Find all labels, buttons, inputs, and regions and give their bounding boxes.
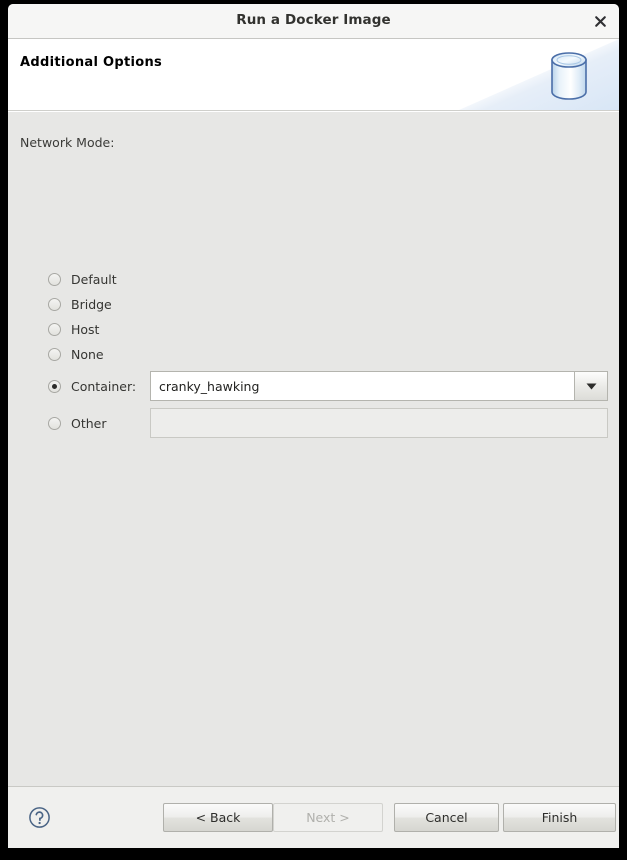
radio-label-host: Host	[71, 321, 100, 337]
radio-label-none: None	[71, 346, 104, 362]
dialog-button-bar: < Back Next > Cancel Finish	[8, 786, 619, 848]
container-combobox-value[interactable]: cranky_hawking	[150, 371, 574, 401]
radio-label-other: Other	[71, 415, 107, 431]
back-button[interactable]: < Back	[163, 803, 273, 832]
radio-option-none[interactable]: None	[48, 343, 104, 365]
radio-option-host[interactable]: Host	[48, 318, 99, 340]
radio-host[interactable]	[48, 322, 61, 336]
radio-default[interactable]	[48, 272, 61, 286]
cancel-button[interactable]: Cancel	[394, 803, 499, 832]
help-question-icon[interactable]	[28, 806, 51, 829]
radio-label-bridge: Bridge	[71, 296, 112, 312]
close-icon[interactable]	[589, 10, 611, 32]
next-button: Next >	[273, 803, 383, 832]
radio-option-other[interactable]: Other	[48, 412, 107, 434]
radio-option-bridge[interactable]: Bridge	[48, 293, 112, 315]
radio-label-default: Default	[71, 271, 117, 287]
wizard-banner: Additional Options	[8, 39, 619, 111]
window-title: Run a Docker Image	[236, 12, 391, 28]
network-mode-group-label: Network Mode:	[20, 135, 115, 150]
radio-container[interactable]	[48, 379, 61, 393]
other-network-input[interactable]	[150, 408, 608, 438]
title-bar: Run a Docker Image	[8, 4, 619, 39]
dialog-content: Network Mode: Default Bridge Host None C…	[8, 111, 619, 786]
dialog-window: Run a Docker Image Additional Options Ne…	[8, 4, 619, 848]
radio-option-container[interactable]: Container:	[48, 375, 136, 397]
radio-label-container: Container:	[71, 378, 137, 394]
radio-option-default[interactable]: Default	[48, 268, 117, 290]
radio-none[interactable]	[48, 347, 61, 361]
radio-other[interactable]	[48, 416, 61, 430]
database-cylinder-icon	[541, 47, 597, 105]
chevron-down-icon[interactable]	[574, 371, 608, 401]
container-combobox[interactable]: cranky_hawking	[150, 371, 608, 401]
page-title: Additional Options	[20, 55, 163, 70]
radio-bridge[interactable]	[48, 297, 61, 311]
finish-button[interactable]: Finish	[503, 803, 616, 832]
